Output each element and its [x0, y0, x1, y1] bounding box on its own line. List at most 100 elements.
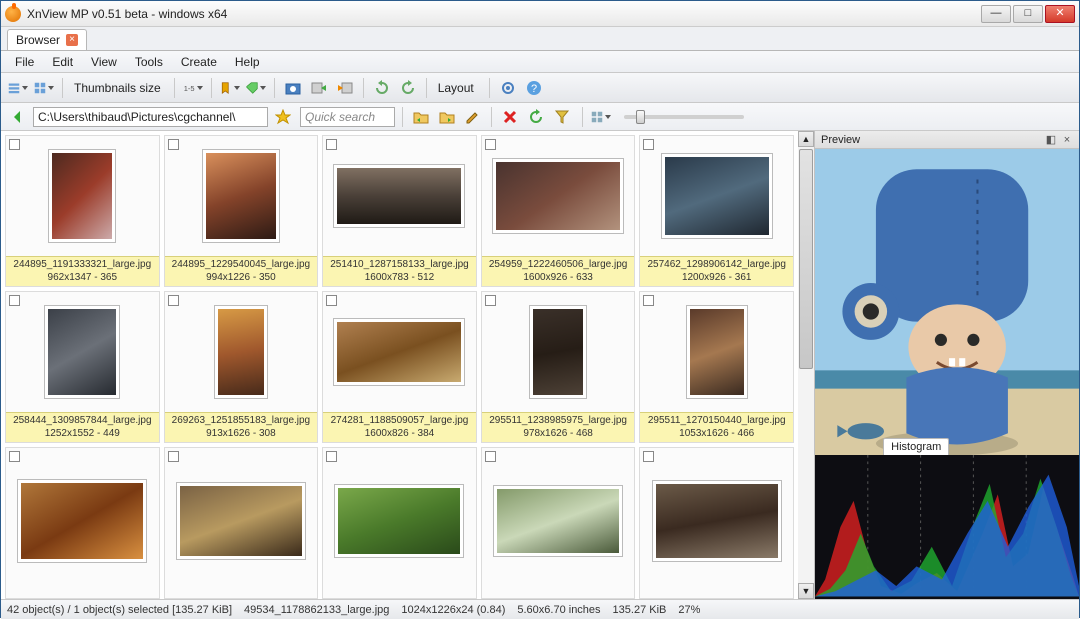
- filter-button[interactable]: [551, 106, 573, 128]
- thumb-checkbox[interactable]: [485, 295, 496, 306]
- preview-undock-icon[interactable]: ◧: [1045, 134, 1057, 146]
- thumbnail-cell[interactable]: 295511_1238985975_large.jpg978x1626 - 46…: [481, 291, 636, 443]
- rotate-ccw-button[interactable]: [371, 77, 393, 99]
- app-icon: [5, 6, 21, 22]
- thumb-checkbox[interactable]: [326, 295, 337, 306]
- thumb-checkbox[interactable]: [485, 451, 496, 462]
- menu-edit[interactable]: Edit: [44, 53, 81, 71]
- folder-back-button[interactable]: [410, 106, 432, 128]
- favorites-button[interactable]: [272, 106, 294, 128]
- thumbnail-cell[interactable]: [5, 447, 160, 599]
- scroll-down-button[interactable]: ▼: [798, 583, 814, 599]
- tag-button[interactable]: [245, 77, 267, 99]
- tab-browser[interactable]: Browser ×: [7, 29, 87, 50]
- thumb-checkbox[interactable]: [643, 451, 654, 462]
- thumbnail-cell[interactable]: 274281_1188509057_large.jpg1600x826 - 38…: [322, 291, 477, 443]
- thumb-meta: 994x1226 - 350: [167, 272, 316, 285]
- preview-image: [815, 149, 1079, 464]
- export-button[interactable]: [334, 77, 356, 99]
- thumb-caption: 295511_1270150440_large.jpg1053x1626 - 4…: [640, 412, 793, 442]
- thumb-checkbox[interactable]: [485, 139, 496, 150]
- delete-button[interactable]: [499, 106, 521, 128]
- thumbnail-cell[interactable]: [322, 447, 477, 599]
- thumb-checkbox[interactable]: [9, 295, 20, 306]
- thumbnail-cell[interactable]: [639, 447, 794, 599]
- import-button[interactable]: [308, 77, 330, 99]
- thumb-filename: 274281_1188509057_large.jpg: [325, 415, 474, 428]
- thumb-checkbox[interactable]: [9, 139, 20, 150]
- status-objects: 42 object(s) / 1 object(s) selected [135…: [7, 604, 232, 616]
- path-input[interactable]: C:\Users\thibaud\Pictures\cgchannel\: [33, 107, 268, 127]
- thumb-image: [215, 306, 267, 398]
- folder-forward-button[interactable]: [436, 106, 458, 128]
- thumb-image: [493, 159, 623, 233]
- thumbnail-cell[interactable]: 295511_1270150440_large.jpg1053x1626 - 4…: [639, 291, 794, 443]
- camera-capture-button[interactable]: [282, 77, 304, 99]
- thumb-meta: 1600x783 - 512: [325, 272, 474, 285]
- thumbnail-cell[interactable]: [164, 447, 319, 599]
- thumbnail-cell[interactable]: 258444_1309857844_large.jpg1252x1552 - 4…: [5, 291, 160, 443]
- scrollbar-thumb[interactable]: [799, 149, 813, 369]
- thumbnail-cell[interactable]: [481, 447, 636, 599]
- thumbnail-cell[interactable]: 257462_1298906142_large.jpg1200x926 - 36…: [639, 135, 794, 287]
- menu-view[interactable]: View: [83, 53, 125, 71]
- view-list-button[interactable]: [7, 77, 29, 99]
- menu-file[interactable]: File: [7, 53, 42, 71]
- settings-button[interactable]: [497, 77, 519, 99]
- status-file: 49534_1178862133_large.jpg: [244, 604, 389, 616]
- rotate-cw-button[interactable]: [397, 77, 419, 99]
- view-mode-button[interactable]: [590, 106, 612, 128]
- quicksearch-input[interactable]: Quick search: [300, 107, 395, 127]
- nav-back-button[interactable]: [7, 106, 29, 128]
- thumb-meta: 978x1626 - 468: [484, 428, 633, 441]
- thumbnail-grid: 244895_1191333321_large.jpg962x1347 - 36…: [1, 131, 798, 599]
- thumbnail-cell[interactable]: 254959_1222460506_large.jpg1600x926 - 63…: [481, 135, 636, 287]
- statusbar: 42 object(s) / 1 object(s) selected [135…: [1, 599, 1079, 619]
- thumb-image: [334, 165, 464, 227]
- thumbnail-cell[interactable]: 244895_1229540045_large.jpg994x1226 - 35…: [164, 135, 319, 287]
- thumb-checkbox[interactable]: [168, 139, 179, 150]
- tabbar: Browser ×: [1, 27, 1079, 51]
- edit-path-button[interactable]: [462, 106, 484, 128]
- thumb-checkbox[interactable]: [168, 295, 179, 306]
- thumb-checkbox[interactable]: [9, 451, 20, 462]
- scroll-up-button[interactable]: ▲: [798, 131, 814, 147]
- thumb-filename: 244895_1191333321_large.jpg: [8, 259, 157, 272]
- thumbsize-label: Thumbnails size: [70, 81, 165, 95]
- view-grid-button[interactable]: [33, 77, 55, 99]
- thumb-checkbox[interactable]: [326, 451, 337, 462]
- sort-button[interactable]: 1-5: [182, 77, 204, 99]
- menu-help[interactable]: Help: [227, 53, 268, 71]
- side-panes: Preview ◧ ×: [814, 131, 1079, 599]
- thumb-image: [177, 483, 305, 559]
- thumb-filename: 258444_1309857844_large.jpg: [8, 415, 157, 428]
- thumb-meta: 913x1626 - 308: [167, 428, 316, 441]
- minimize-button[interactable]: —: [981, 5, 1011, 23]
- thumbnail-cell[interactable]: 269263_1251855183_large.jpg913x1626 - 30…: [164, 291, 319, 443]
- thumb-checkbox[interactable]: [643, 295, 654, 306]
- refresh-button[interactable]: [525, 106, 547, 128]
- thumb-caption: 251410_1287158133_large.jpg1600x783 - 51…: [323, 256, 476, 286]
- thumb-checkbox[interactable]: [168, 451, 179, 462]
- thumb-image: [653, 481, 781, 561]
- vertical-scrollbar[interactable]: ▲ ▼: [798, 131, 814, 599]
- thumb-checkbox[interactable]: [326, 139, 337, 150]
- menu-create[interactable]: Create: [173, 53, 225, 71]
- maximize-button[interactable]: □: [1013, 5, 1043, 23]
- thumb-image: [49, 150, 115, 242]
- thumb-meta: 1200x926 - 361: [642, 272, 791, 285]
- close-button[interactable]: ✕: [1045, 5, 1075, 23]
- slider-knob[interactable]: [636, 110, 645, 124]
- thumbnail-cell[interactable]: 244895_1191333321_large.jpg962x1347 - 36…: [5, 135, 160, 287]
- thumb-image: [335, 485, 463, 557]
- tab-close-icon[interactable]: ×: [66, 34, 78, 46]
- thumb-checkbox[interactable]: [643, 139, 654, 150]
- menu-tools[interactable]: Tools: [127, 53, 171, 71]
- tab-histogram[interactable]: Histogram: [883, 438, 949, 455]
- preview-close-icon[interactable]: ×: [1061, 134, 1073, 146]
- thumb-filename: 244895_1229540045_large.jpg: [167, 259, 316, 272]
- bookmark-flag-button[interactable]: [219, 77, 241, 99]
- help-button[interactable]: ?: [523, 77, 545, 99]
- thumb-size-slider[interactable]: [624, 115, 744, 119]
- thumbnail-cell[interactable]: 251410_1287158133_large.jpg1600x783 - 51…: [322, 135, 477, 287]
